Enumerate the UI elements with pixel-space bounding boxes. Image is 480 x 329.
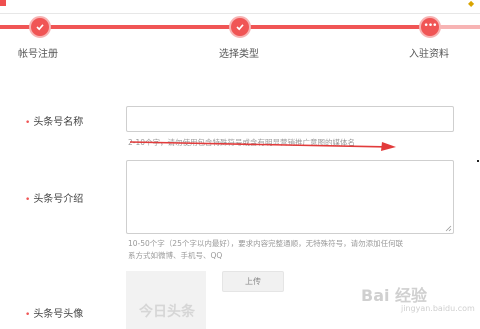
required-mark: • — [25, 195, 31, 205]
required-mark: • — [25, 310, 31, 320]
top-bar — [0, 0, 480, 14]
step-1-done — [29, 16, 51, 38]
step-3-label: 入驻资料 — [409, 49, 449, 60]
name-field-label: • 头条号名称 — [25, 117, 84, 128]
notification-icon[interactable]: ◆ — [468, 0, 480, 8]
account-intro-textarea[interactable] — [126, 160, 454, 234]
step-3-current: ••• — [419, 16, 441, 38]
account-name-input[interactable] — [126, 106, 454, 132]
check-icon — [36, 24, 44, 31]
red-arrow-annotation — [129, 141, 396, 151]
watermark: Bai 经验 jingyan.baidu.com — [361, 286, 475, 313]
upload-button[interactable]: 上传 — [222, 271, 284, 292]
progress-line — [0, 25, 430, 29]
avatar-placeholder-text: 今日头条 — [139, 304, 195, 320]
step-1-label: 帐号注册 — [18, 49, 58, 60]
step-2-label: 选择类型 — [219, 49, 259, 60]
more-dots-icon: ••• — [423, 21, 438, 31]
cursor-mark — [477, 160, 479, 162]
intro-field-label: • 头条号介绍 — [25, 194, 84, 205]
step-2-done — [229, 16, 251, 38]
avatar-field-label: • 头条号头像 — [25, 309, 84, 320]
logo-icon — [0, 0, 6, 6]
intro-hint-line-1: 10-50个字（25个字以内最好），要求内容完整通顺，无特殊符号，请勿添加任何联 — [128, 239, 404, 248]
resize-handle-icon[interactable] — [445, 225, 452, 232]
intro-hint-line-2: 系方式如微博、手机号、QQ — [128, 251, 223, 260]
check-icon — [236, 24, 244, 31]
required-mark: • — [25, 118, 31, 128]
